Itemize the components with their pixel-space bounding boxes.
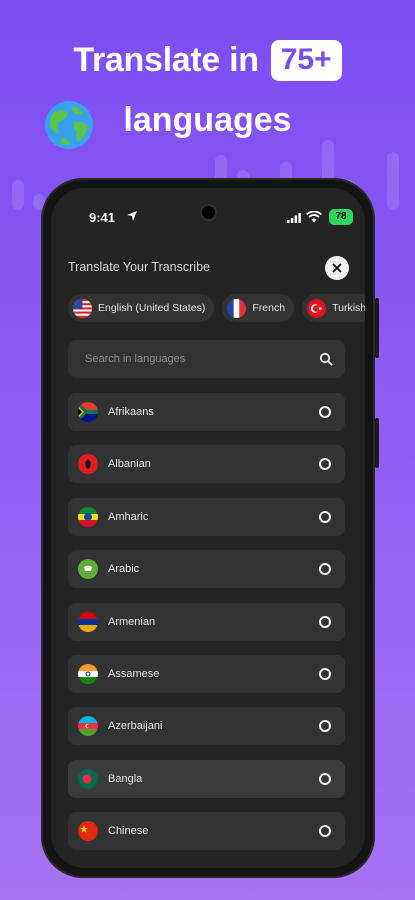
phone-mockup: 9:41 78 Translate Your Transcribe Englis…	[41, 178, 379, 878]
front-camera	[202, 206, 215, 219]
battery-indicator: 78	[329, 209, 353, 225]
headline-suffix: languages	[123, 100, 292, 139]
search-icon[interactable]	[319, 352, 333, 366]
albania-flag-icon	[78, 454, 98, 475]
language-list: Afrikaans Albanian Amharic Arabic Armeni…	[68, 393, 345, 865]
language-search	[68, 340, 345, 378]
phone-screen: 9:41 78 Translate Your Transcribe Englis…	[51, 188, 365, 868]
location-arrow-icon	[127, 211, 137, 221]
chip-label: French	[252, 302, 286, 314]
close-icon	[332, 263, 342, 273]
language-label: Albanian	[108, 458, 151, 471]
chip-label: English (United States)	[98, 302, 206, 314]
arabic-flag-icon	[78, 559, 98, 580]
language-radio[interactable]	[319, 825, 331, 838]
ethiopia-flag-icon	[78, 506, 98, 527]
language-label: Armenian	[108, 615, 156, 628]
bangladesh-flag-icon	[78, 768, 98, 789]
close-button[interactable]	[325, 256, 349, 280]
france-flag-icon	[227, 298, 247, 318]
language-label: Azerbaijani	[108, 720, 163, 733]
selected-language-chip-turkish[interactable]: Turkish	[302, 294, 365, 322]
cellular-signal-icon	[287, 213, 301, 223]
language-row-arabic[interactable]: Arabic	[68, 550, 345, 589]
us-flag-icon	[73, 298, 92, 318]
language-radio[interactable]	[319, 458, 331, 471]
language-label: Assamese	[108, 667, 160, 680]
language-row-afrikaans[interactable]: Afrikaans	[68, 393, 345, 431]
language-radio[interactable]	[319, 563, 331, 576]
language-label: Chinese	[108, 825, 149, 838]
selected-language-chip-french[interactable]: French	[222, 294, 295, 322]
armenia-flag-icon	[78, 611, 98, 632]
selected-languages-row: English (United States) French Turkish	[68, 294, 365, 322]
language-row-assamese[interactable]: Assamese	[68, 654, 345, 693]
status-time: 9:41	[89, 210, 116, 225]
chip-label: Turkish	[332, 302, 365, 314]
language-radio[interactable]	[319, 406, 331, 418]
language-row-albanian[interactable]: Albanian	[68, 445, 345, 484]
language-label: Arabic	[108, 563, 140, 576]
india-flag-icon	[78, 663, 98, 684]
language-radio[interactable]	[319, 720, 331, 733]
search-input[interactable]	[68, 340, 308, 378]
panel-title: Translate Your Transcribe	[68, 260, 210, 274]
language-label: Afrikaans	[108, 406, 154, 418]
language-row-chinese[interactable]: Chinese	[68, 812, 345, 851]
wifi-icon	[306, 211, 322, 223]
south-africa-flag-icon	[78, 402, 98, 422]
china-flag-icon	[78, 821, 98, 842]
azerbaijan-flag-icon	[78, 716, 98, 737]
language-radio[interactable]	[319, 510, 331, 523]
globe-icon	[45, 101, 93, 149]
headline-count-badge: 75+	[270, 39, 342, 81]
language-radio[interactable]	[319, 667, 331, 680]
language-row-armenian[interactable]: Armenian	[68, 602, 345, 641]
language-row-azerbaijani[interactable]: Azerbaijani	[68, 707, 345, 746]
language-row-bangla[interactable]: Bangla	[68, 759, 345, 798]
language-label: Amharic	[108, 510, 149, 523]
language-label: Bangla	[108, 772, 143, 785]
language-radio[interactable]	[319, 615, 331, 628]
headline-prefix: Translate in	[73, 40, 259, 79]
language-radio[interactable]	[319, 772, 331, 785]
turkey-flag-icon	[307, 298, 327, 318]
language-row-amharic[interactable]: Amharic	[68, 497, 345, 536]
selected-language-chip-english[interactable]: English (United States)	[68, 294, 215, 322]
